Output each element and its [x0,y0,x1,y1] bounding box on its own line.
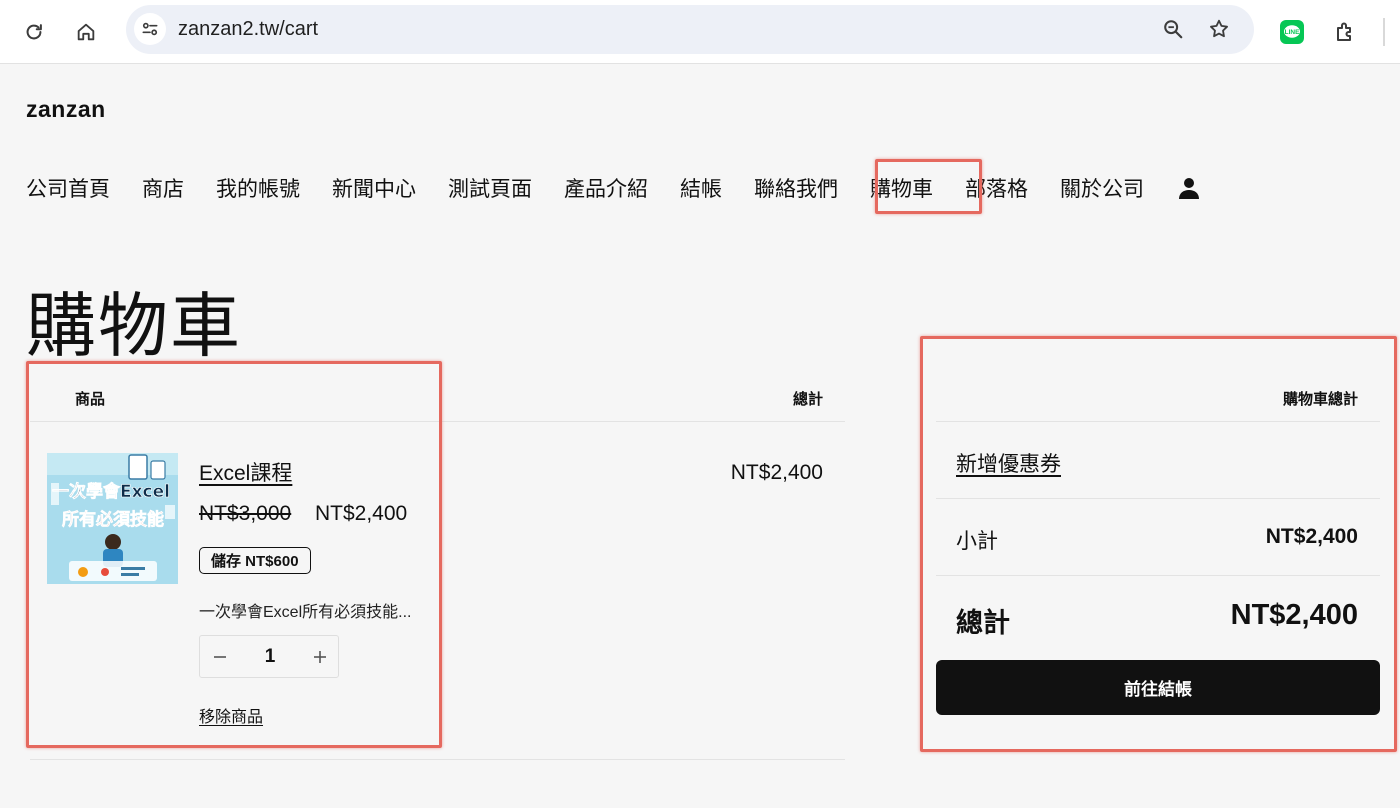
extensions-icon[interactable] [1329,16,1361,48]
svg-text:LINE: LINE [1285,29,1300,36]
cart-item-highlight [26,361,442,748]
star-icon[interactable] [1204,14,1234,44]
line-extension-icon[interactable]: LINE [1276,16,1308,48]
table-bottom-divider [30,759,845,760]
address-bar[interactable]: zanzan2.tw/cart [126,5,1254,54]
reload-icon[interactable] [18,16,50,48]
nav-news[interactable]: 新聞中心 [332,173,416,203]
browser-toolbar: zanzan2.tw/cart LINE [0,0,1400,64]
nav-shop[interactable]: 商店 [142,173,184,203]
home-icon[interactable] [70,16,102,48]
nav-contact[interactable]: 聯絡我們 [754,173,838,203]
site-info-icon[interactable] [134,13,166,45]
toolbar-divider [1383,18,1385,46]
nav-about[interactable]: 關於公司 [1060,173,1144,203]
nav-home[interactable]: 公司首頁 [26,173,110,203]
main-nav: 公司首頁 商店 我的帳號 新聞中心 測試頁面 產品介紹 結帳 聯絡我們 購物車 … [26,172,1202,204]
column-header-total: 總計 [792,391,823,408]
user-icon[interactable] [1176,175,1202,201]
nav-products[interactable]: 產品介紹 [564,173,648,203]
site-brand[interactable]: zanzan [26,96,106,123]
zoom-icon[interactable] [1158,14,1188,44]
line-total: NT$2,400 [730,461,823,484]
url-text[interactable]: zanzan2.tw/cart [178,18,318,41]
nav-checkout[interactable]: 結帳 [680,173,722,203]
cart-totals-highlight [920,336,1397,752]
nav-my-account[interactable]: 我的帳號 [216,173,300,203]
nav-test-page[interactable]: 測試頁面 [448,173,532,203]
cart-nav-highlight [875,159,982,214]
page-title: 購物車 [26,287,242,365]
